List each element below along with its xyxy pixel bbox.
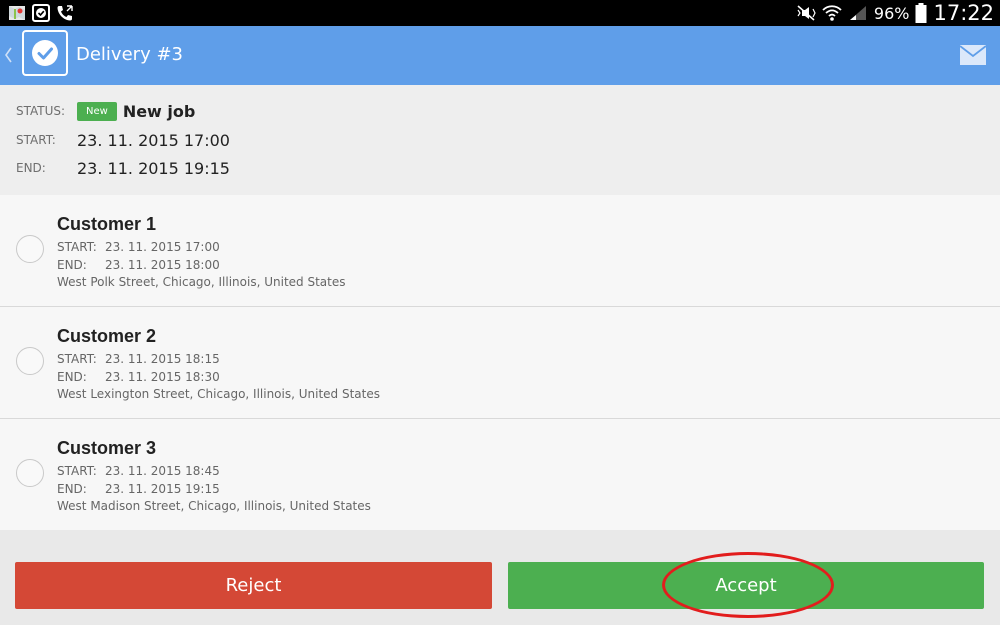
action-footer: Reject Accept (0, 530, 1000, 625)
start-row: START: 23. 11. 2015 17:00 (16, 126, 230, 154)
end-label: END: (57, 482, 87, 496)
customer-radio[interactable] (16, 235, 44, 263)
end-label: END: (57, 370, 87, 384)
status-clock: 17:22 (933, 1, 994, 25)
end-label: END: (16, 161, 46, 175)
start-label: START: (16, 133, 56, 147)
phone-call-icon (57, 5, 73, 21)
start-value: 23. 11. 2015 17:00 (77, 130, 230, 150)
start-label: START: (57, 352, 97, 366)
status-label: STATUS: (16, 104, 66, 118)
mute-icon (797, 5, 816, 21)
battery-percent: 96% (873, 3, 910, 23)
check-circle-icon (32, 40, 58, 66)
customer-start: START: 23. 11. 2015 17:00 (57, 240, 220, 254)
app-check-notification-icon (32, 4, 50, 22)
reject-button[interactable]: Reject (15, 562, 492, 609)
customer-list: Customer 1 START: 23. 11. 2015 17:00 END:… (0, 195, 1000, 531)
end-value: 23. 11. 2015 19:15 (77, 158, 230, 178)
status-text: New job (122, 101, 196, 121)
customer-address: West Lexington Street, Chicago, Illinois… (57, 387, 380, 401)
start-label: START: (57, 240, 97, 254)
mail-icon[interactable] (960, 45, 986, 65)
start-label: START: (57, 464, 97, 478)
end-value: 23. 11. 2015 18:30 (105, 370, 220, 384)
wifi-icon (822, 5, 842, 21)
battery-icon (915, 3, 927, 23)
end-value: 23. 11. 2015 18:00 (105, 258, 220, 272)
list-item[interactable]: Customer 3 START: 23. 11. 2015 18:45 END:… (0, 419, 1000, 531)
app-bar: Delivery #3 (0, 26, 1000, 85)
app-logo[interactable] (22, 30, 68, 76)
end-row: END: 23. 11. 2015 19:15 (16, 154, 230, 182)
system-status-bar: 96% 17:22 (0, 0, 1000, 26)
maps-notification-icon (9, 6, 25, 20)
customer-start: START: 23. 11. 2015 18:15 (57, 352, 220, 366)
accept-button[interactable]: Accept (508, 562, 984, 609)
customer-name: Customer 3 (57, 438, 157, 458)
start-value: 23. 11. 2015 18:15 (105, 352, 220, 366)
customer-end: END: 23. 11. 2015 18:30 (57, 370, 220, 384)
end-value: 23. 11. 2015 19:15 (105, 482, 220, 496)
list-item[interactable]: Customer 1 START: 23. 11. 2015 17:00 END:… (0, 195, 1000, 307)
customer-name: Customer 2 (57, 326, 157, 346)
customer-radio[interactable] (16, 347, 44, 375)
start-value: 23. 11. 2015 17:00 (105, 240, 220, 254)
customer-start: START: 23. 11. 2015 18:45 (57, 464, 220, 478)
customer-end: END: 23. 11. 2015 18:00 (57, 258, 220, 272)
page-title: Delivery #3 (76, 44, 183, 65)
customer-radio[interactable] (16, 459, 44, 487)
customer-name: Customer 1 (57, 214, 157, 234)
signal-strength-icon (849, 6, 866, 20)
delivery-summary: STATUS: New New job START: 23. 11. 2015 … (0, 85, 1000, 196)
end-label: END: (57, 258, 87, 272)
list-item[interactable]: Customer 2 START: 23. 11. 2015 18:15 END:… (0, 307, 1000, 419)
start-value: 23. 11. 2015 18:45 (105, 464, 220, 478)
status-badge: New (77, 101, 117, 121)
customer-address: West Madison Street, Chicago, Illinois, … (57, 499, 371, 513)
status-row: STATUS: New New job (16, 97, 195, 125)
back-chevron-icon[interactable] (3, 44, 13, 66)
customer-address: West Polk Street, Chicago, Illinois, Uni… (57, 275, 346, 289)
customer-end: END: 23. 11. 2015 19:15 (57, 482, 220, 496)
